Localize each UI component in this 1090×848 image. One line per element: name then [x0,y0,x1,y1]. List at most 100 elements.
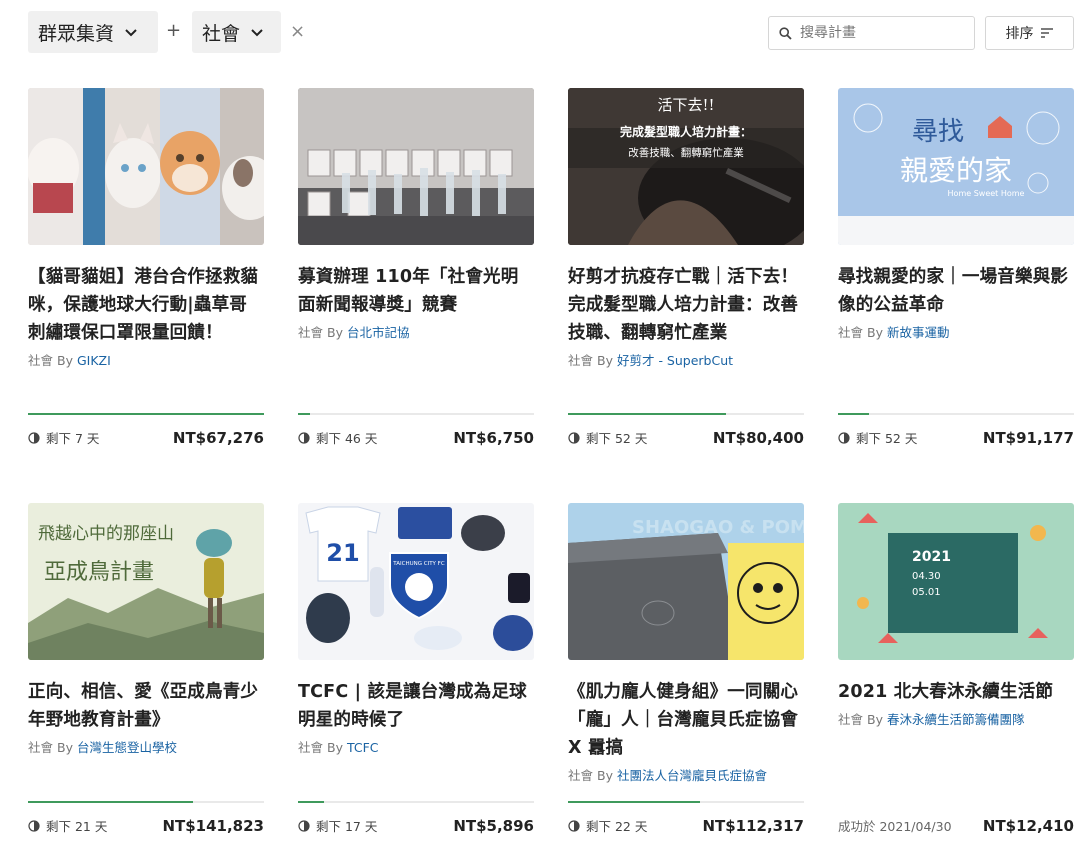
project-title[interactable]: 《肌力龐人健身組》一同關心「龐」人｜台灣龐貝氏症協會 X 囂搞 [568,678,804,762]
project-card[interactable]: 飛越心中的那座山 亞成鳥計畫 正向、相信、愛《亞成鳥青少年野地教育計畫》 社會 … [28,503,264,835]
time-remaining: 剩下 52 天 [838,428,917,447]
project-card[interactable]: 尋找 親愛的家 Home Sweet Home 尋找親愛的家｜一場音樂與影像的公… [838,88,1074,447]
project-category: 社會 [838,325,864,340]
project-card[interactable]: 活下去!! 完成髮型職人培力計畫： 改善技職、翻轉窮忙產業 好剪才抗疫存亡戰｜活… [568,88,804,447]
progress-fill [298,801,324,803]
time-remaining: 剩下 22 天 [568,816,647,835]
project-image-bird-illustration[interactable]: 飛越心中的那座山 亞成鳥計畫 [28,503,264,660]
clear-filter-icon[interactable]: × [290,21,305,42]
by-label: By [57,740,73,755]
project-card[interactable]: 募資辦理 110年「社會光明面新聞報導獎」競賽 社會 By 台北市記協 剩下 4… [298,88,534,447]
funded-amount: NT$80,400 [712,428,804,447]
funding-progress-bar [568,413,804,415]
funding-progress-bar [298,801,534,803]
time-remaining-text: 剩下 46 天 [316,431,378,446]
project-footer: 剩下 46 天 NT$6,750 [298,413,534,447]
project-creator-link[interactable]: 社團法人台灣龐貝氏症協會 [617,768,767,783]
funding-progress-bar [838,413,1074,415]
clock-icon [568,431,580,444]
project-title[interactable]: 募資辦理 110年「社會光明面新聞報導獎」競賽 [298,263,534,319]
clock-icon [28,431,40,444]
image-text-2: 04.30 [912,571,941,582]
progress-fill [838,413,869,415]
category-filter-label: 社會 [202,22,241,45]
project-card[interactable]: SHAOGAO & POM 《肌力龐人健身組》一同關心「龐」人｜台灣龐貝氏症協會… [568,503,804,835]
project-image-festival-poster[interactable]: 2021 04.30 05.01 [838,503,1074,660]
sort-icon [1040,28,1053,38]
project-title[interactable]: 正向、相信、愛《亞成鳥青少年野地教育計畫》 [28,678,264,734]
search-box[interactable] [768,16,975,50]
clock-icon [838,431,850,444]
funding-progress-bar [28,413,264,415]
project-image-haircut[interactable]: 活下去!! 完成髮型職人培力計畫： 改善技職、翻轉窮忙產業 [568,88,804,245]
image-text-2: 完成髮型職人培力計畫： [620,124,752,139]
sort-label: 排序 [1005,26,1034,42]
project-creator-link[interactable]: 新故事運動 [887,325,950,340]
funded-amount: NT$5,896 [453,816,534,835]
project-byline: 社會 By GIKZI [28,350,264,369]
project-creator-link[interactable]: 好剪才 - SuperbCut [617,353,733,368]
project-image-cats[interactable] [28,88,264,245]
project-creator-link[interactable]: TCFC [347,740,379,755]
project-category: 社會 [28,740,54,755]
project-image-trophies[interactable] [298,88,534,245]
project-category: 社會 [28,353,54,368]
project-byline: 社會 By 好剪才 - SuperbCut [568,350,804,369]
project-title[interactable]: 尋找親愛的家｜一場音樂與影像的公益革命 [838,263,1074,319]
time-remaining: 剩下 7 天 [28,428,99,447]
project-title[interactable]: TCFC | 該是讓台灣成為足球明星的時候了 [298,678,534,734]
project-image-football-merch[interactable]: 21 TAICHUNG CITY FC [298,503,534,660]
project-image-mat-product[interactable]: SHAOGAO & POM [568,503,804,660]
project-creator-link[interactable]: 春沐永續生活節籌備團隊 [887,712,1025,727]
progress-fill [568,801,701,803]
group-filter-dropdown[interactable]: 群眾集資 [28,11,158,53]
project-card[interactable]: 【貓哥貓姐】港台合作拯救貓咪，保護地球大行動|蟲草哥刺繡環保口罩限量回饋！ 社會… [28,88,264,447]
project-footer: 成功於 2021/04/30 NT$12,410 [838,801,1074,835]
group-filter-label: 群眾集資 [38,22,115,45]
by-label: By [597,768,613,783]
success-date: 成功於 2021/04/30 [838,819,952,834]
project-card[interactable]: 21 TAICHUNG CITY FC TCFC | 該是讓台灣成為足球明星的時… [298,503,534,835]
project-creator-link[interactable]: 台灣生態登山學校 [77,740,177,755]
project-title[interactable]: 好剪才抗疫存亡戰｜活下去！完成髮型職人培力計畫：改善技職、翻轉窮忙產業 [568,263,804,347]
time-remaining: 剩下 52 天 [568,428,647,447]
by-label: By [597,353,613,368]
project-title[interactable]: 【貓哥貓姐】港台合作拯救貓咪，保護地球大行動|蟲草哥刺繡環保口罩限量回饋！ [28,263,264,347]
project-category: 社會 [298,740,324,755]
by-label: By [327,325,343,340]
funded-amount: NT$6,750 [453,428,534,447]
project-card[interactable]: 2021 04.30 05.01 2021 北大春沐永續生活節 社會 By 春沐… [838,503,1074,835]
image-text-3: 改善技職、翻轉窮忙產業 [628,146,744,159]
time-remaining-text: 剩下 17 天 [316,819,378,834]
project-footer: 剩下 22 天 NT$112,317 [568,801,804,835]
project-category: 社會 [568,353,594,368]
plus-icon: + [166,20,182,41]
clock-icon [298,819,310,832]
time-remaining: 剩下 46 天 [298,428,377,447]
project-byline: 社會 By 春沐永續生活節籌備團隊 [838,709,1074,728]
project-creator-link[interactable]: GIKZI [77,353,111,368]
project-creator-link[interactable]: 台北市記協 [347,325,410,340]
project-category: 社會 [298,325,324,340]
chevron-down-icon [125,29,137,37]
image-text-1: 飛越心中的那座山 [38,524,174,544]
time-remaining-text: 剩下 52 天 [856,431,918,446]
image-text-1: 活下去!! [657,96,714,114]
project-title[interactable]: 2021 北大春沐永續生活節 [838,678,1074,706]
project-byline: 社會 By 新故事運動 [838,322,1074,341]
image-text-1: 2021 [912,549,951,565]
progress-fill [28,413,264,415]
search-input[interactable] [800,25,960,41]
project-footer: 剩下 21 天 NT$141,823 [28,801,264,835]
image-text-3: Home Sweet Home [948,189,1025,198]
project-category: 社會 [568,768,594,783]
project-image-home-poster[interactable]: 尋找 親愛的家 Home Sweet Home [838,88,1074,245]
by-label: By [867,325,883,340]
time-remaining: 剩下 21 天 [28,816,107,835]
funding-progress-bar [838,801,1074,803]
search-icon [779,26,792,40]
category-filter-dropdown[interactable]: 社會 [192,11,281,53]
project-byline: 社會 By TCFC [298,737,534,756]
time-remaining: 剩下 17 天 [298,816,377,835]
sort-button[interactable]: 排序 [985,16,1074,50]
